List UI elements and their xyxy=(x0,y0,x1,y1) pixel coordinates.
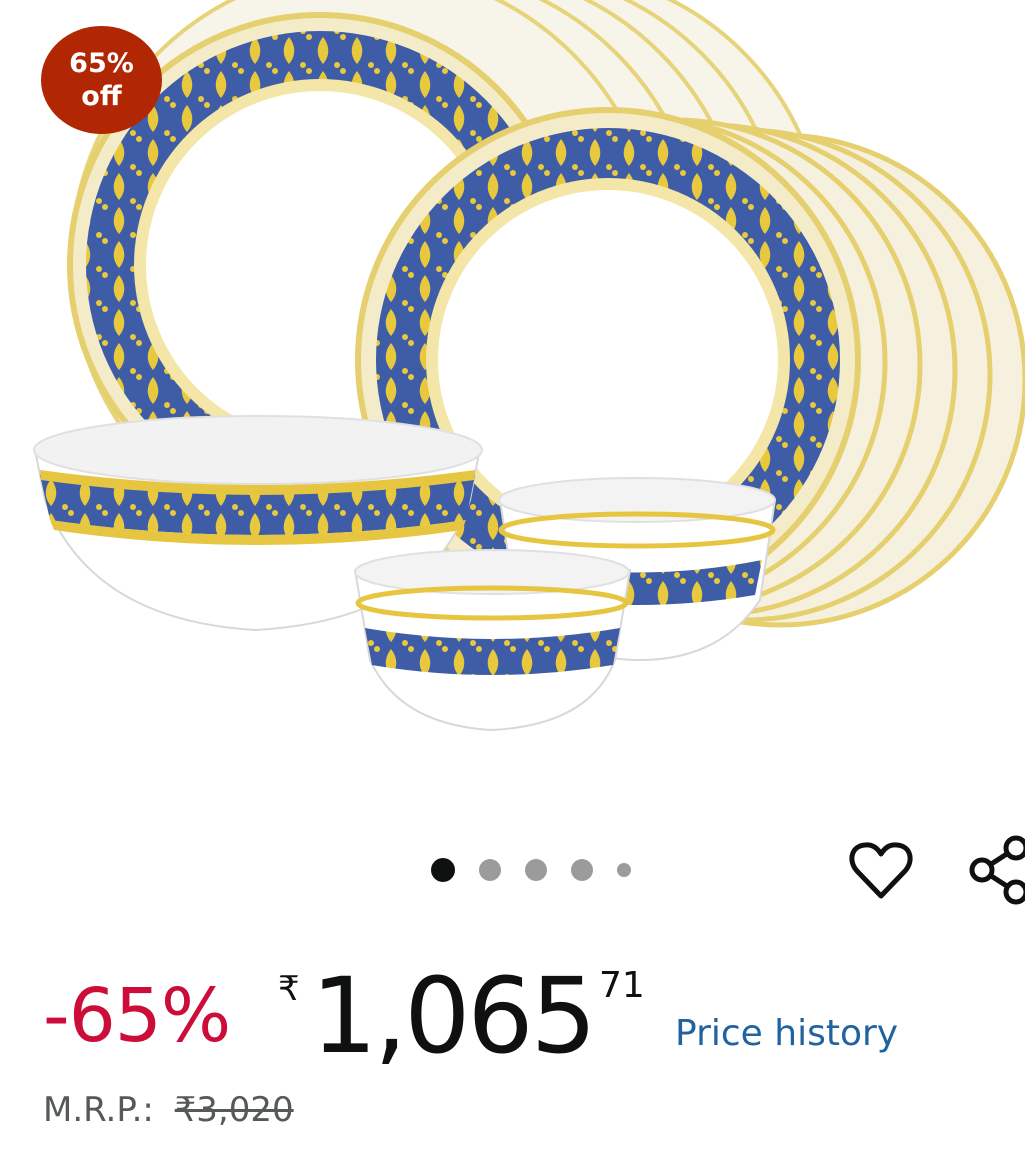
carousel-dot-5[interactable] xyxy=(617,863,631,877)
carousel-dot-2[interactable] xyxy=(479,859,501,881)
dinner-set-illustration xyxy=(33,0,1025,732)
mrp-value: ₹3,020 xyxy=(174,1090,294,1130)
price-whole: 1,065 xyxy=(311,955,597,1077)
price-currency-symbol: ₹ xyxy=(278,969,300,1009)
carousel-dot-3[interactable] xyxy=(525,859,547,881)
mrp-line: M.R.P.: ₹3,020 xyxy=(43,1090,294,1130)
mrp-label: M.R.P.: xyxy=(43,1090,154,1130)
carousel-dot-4[interactable] xyxy=(571,859,593,881)
share-icon xyxy=(969,835,1025,905)
discount-percentage: -65% xyxy=(43,973,231,1059)
carousel-dot-1[interactable] xyxy=(431,858,455,882)
discount-badge: 65% off xyxy=(41,26,162,134)
discount-badge-off: off xyxy=(81,81,122,112)
image-carousel-indicator xyxy=(431,858,655,882)
small-bowl-stack-front xyxy=(353,549,632,732)
discount-badge-percent: 65% xyxy=(69,48,134,79)
price-history-link[interactable]: Price history xyxy=(675,1013,898,1054)
price-block: -65% ₹ 1,065 71 Price history xyxy=(43,955,1003,1077)
heart-icon xyxy=(849,842,913,899)
wishlist-button[interactable] xyxy=(848,838,914,904)
price-fraction: 71 xyxy=(599,965,645,1006)
share-button[interactable] xyxy=(968,834,1025,906)
product-image[interactable]: 65% off xyxy=(0,0,1025,800)
